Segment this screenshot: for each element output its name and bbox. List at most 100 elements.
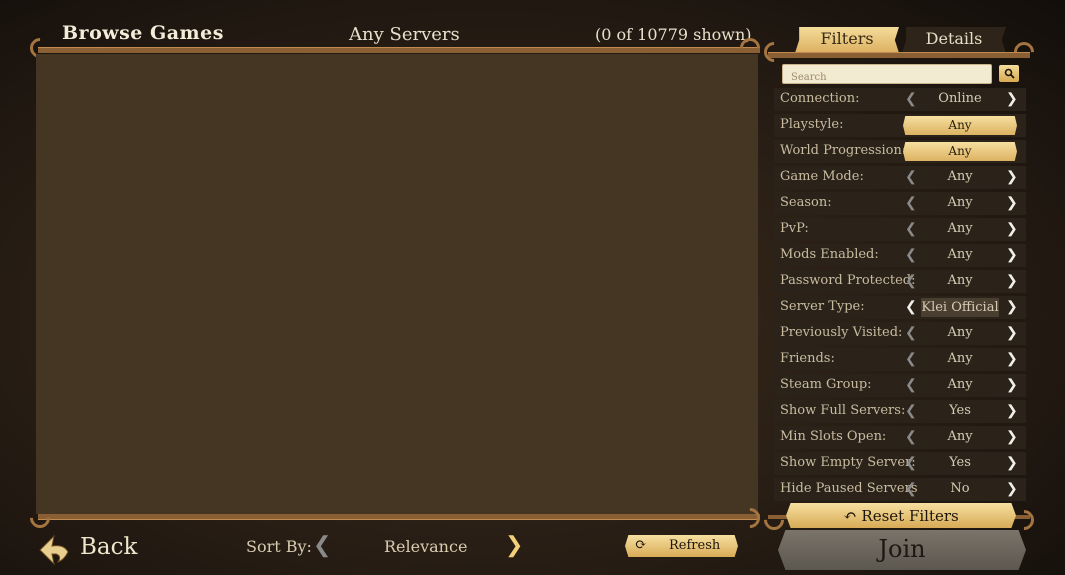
filter-value: Any: [947, 169, 973, 184]
filter-row[interactable]: Playstyle: Any: [774, 114, 1026, 137]
filter-value: Online: [938, 91, 982, 106]
filter-value: Any: [947, 221, 973, 236]
list-frame-top: [38, 47, 760, 53]
filter-label: Hide Paused Servers: [780, 481, 918, 496]
search-field[interactable]: [782, 64, 995, 87]
filter-prev-arrow[interactable]: ❮: [905, 299, 917, 315]
reset-filters-button[interactable]: ↶ Reset Filters: [786, 503, 1016, 528]
filter-next-arrow[interactable]: ❯: [1006, 403, 1018, 419]
tab-details[interactable]: Details: [902, 27, 1006, 53]
filter-next-arrow[interactable]: ❯: [1006, 299, 1018, 315]
magnifier-icon: [1004, 68, 1015, 79]
search-button[interactable]: [999, 65, 1019, 82]
filter-row[interactable]: Previously Visited: ❮ Any ❯: [774, 322, 1026, 345]
filter-prev-arrow[interactable]: ❮: [905, 247, 917, 263]
filter-next-arrow[interactable]: ❯: [1006, 351, 1018, 367]
filter-next-arrow[interactable]: ❯: [1006, 169, 1018, 185]
filter-row[interactable]: Game Mode: ❮ Any ❯: [774, 166, 1026, 189]
filter-label: Min Slots Open:: [780, 429, 887, 444]
filter-value: Any: [947, 429, 973, 444]
filter-value: Yes: [949, 403, 971, 418]
frame-ornament: [759, 37, 789, 67]
filter-next-arrow[interactable]: ❯: [1006, 325, 1018, 341]
join-button[interactable]: Join: [778, 530, 1026, 570]
reset-filters-label: Reset Filters: [861, 507, 959, 525]
search-input[interactable]: [783, 68, 995, 87]
filter-value: Yes: [949, 455, 971, 470]
filter-label: Show Empty Server:: [780, 455, 916, 470]
filter-row[interactable]: Password Protected: ❮ Any ❯: [774, 270, 1026, 293]
filter-next-arrow[interactable]: ❯: [1006, 195, 1018, 211]
filter-panel-frame-top: [768, 52, 1030, 58]
undo-arrow-icon: ↶: [843, 506, 857, 525]
filter-next-arrow[interactable]: ❯: [1006, 481, 1018, 497]
filter-prev-arrow[interactable]: ❮: [905, 325, 917, 341]
filter-label: Season:: [780, 195, 832, 210]
filter-next-arrow[interactable]: ❯: [1006, 429, 1018, 445]
back-button[interactable]: Back: [38, 528, 138, 572]
filter-value: No: [950, 481, 970, 496]
sort-next-arrow[interactable]: ❯: [505, 533, 523, 558]
filter-row[interactable]: Show Empty Server: ❮ Yes ❯: [774, 452, 1026, 475]
filter-label: Server Type:: [780, 299, 865, 314]
sort-value: Relevance: [384, 537, 468, 556]
filter-label: Steam Group:: [780, 377, 872, 392]
filter-row[interactable]: Season: ❮ Any ❯: [774, 192, 1026, 215]
filter-value-pill[interactable]: Any: [903, 142, 1017, 161]
filter-next-arrow[interactable]: ❯: [1006, 247, 1018, 263]
filter-prev-arrow[interactable]: ❮: [905, 429, 917, 445]
filter-row[interactable]: Steam Group: ❮ Any ❯: [774, 374, 1026, 397]
filter-prev-arrow[interactable]: ❮: [905, 195, 917, 211]
frame-ornament: [759, 505, 789, 535]
server-scope-label: Any Servers: [349, 24, 460, 45]
filter-row[interactable]: Min Slots Open: ❮ Any ❯: [774, 426, 1026, 449]
filter-row[interactable]: Friends: ❮ Any ❯: [774, 348, 1026, 371]
filter-value-pill[interactable]: Any: [903, 116, 1017, 135]
filter-row[interactable]: PvP: ❮ Any ❯: [774, 218, 1026, 241]
filter-prev-arrow[interactable]: ❮: [905, 221, 917, 237]
filter-value: Any: [947, 195, 973, 210]
filter-row[interactable]: Connection: ❮ Online ❯: [774, 88, 1026, 111]
filter-label: World Progression:: [780, 143, 907, 158]
filter-row[interactable]: Mods Enabled: ❮ Any ❯: [774, 244, 1026, 267]
filter-row[interactable]: Show Full Servers: ❮ Yes ❯: [774, 400, 1026, 423]
filter-value: Any: [947, 273, 973, 288]
filter-row[interactable]: Server Type: ❮ Klei Official ❯: [774, 296, 1026, 319]
filter-label: Password Protected:: [780, 273, 916, 288]
filter-prev-arrow[interactable]: ❮: [905, 351, 917, 367]
filter-row[interactable]: World Progression: Any: [774, 140, 1026, 163]
filter-prev-arrow[interactable]: ❮: [905, 455, 917, 471]
filter-label: Previously Visited:: [780, 325, 903, 340]
filter-value: Any: [947, 247, 973, 262]
refresh-button[interactable]: ⟳ Refresh: [625, 535, 738, 557]
filter-prev-arrow[interactable]: ❮: [905, 403, 917, 419]
filter-value: Any: [947, 351, 973, 366]
filter-next-arrow[interactable]: ❯: [1006, 91, 1018, 107]
filter-label: Mods Enabled:: [780, 247, 879, 262]
filter-next-arrow[interactable]: ❯: [1006, 221, 1018, 237]
server-count-label: (0 of 10779 shown): [595, 25, 752, 44]
filter-prev-arrow[interactable]: ❮: [905, 377, 917, 393]
filter-label: Friends:: [780, 351, 835, 366]
server-list-panel[interactable]: [36, 54, 758, 514]
filter-value: Any: [947, 377, 973, 392]
filter-next-arrow[interactable]: ❯: [1006, 377, 1018, 393]
filter-prev-arrow[interactable]: ❮: [905, 169, 917, 185]
back-arrow-icon: [39, 534, 69, 566]
filter-row[interactable]: Hide Paused Servers ❮ No ❯: [774, 478, 1026, 501]
filter-next-arrow[interactable]: ❯: [1006, 273, 1018, 289]
back-label: Back: [80, 534, 138, 560]
sort-by-label: Sort By:: [246, 537, 312, 556]
refresh-icon: ⟳: [635, 537, 647, 553]
filter-prev-arrow[interactable]: ❮: [905, 481, 917, 497]
filter-label: PvP:: [780, 221, 809, 236]
filter-label: Game Mode:: [780, 169, 864, 184]
list-frame-bottom: [38, 514, 760, 520]
filter-next-arrow[interactable]: ❯: [1006, 455, 1018, 471]
sort-prev-arrow[interactable]: ❮: [313, 533, 331, 558]
tab-filters[interactable]: Filters: [795, 27, 899, 53]
filter-prev-arrow[interactable]: ❮: [905, 91, 917, 107]
filter-prev-arrow[interactable]: ❮: [905, 273, 917, 289]
filter-label: Playstyle:: [780, 117, 844, 132]
refresh-label: Refresh: [669, 538, 721, 553]
